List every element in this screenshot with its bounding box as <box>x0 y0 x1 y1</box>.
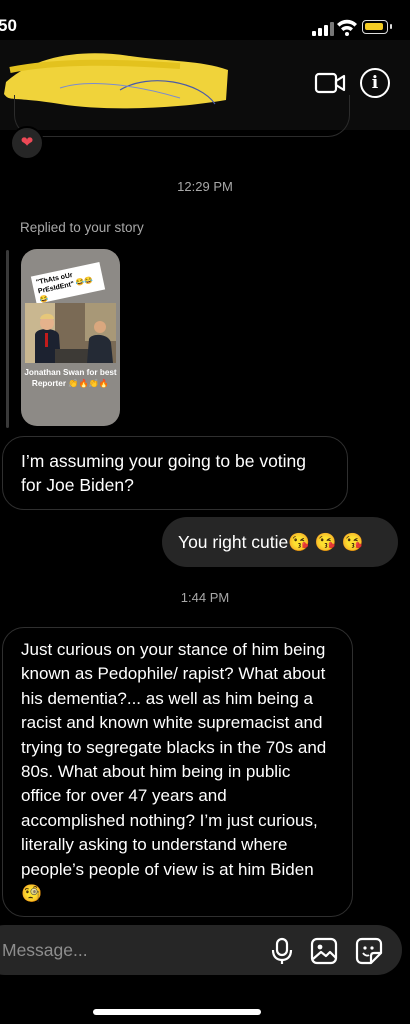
heart-reaction-icon[interactable]: ❤ <box>10 126 44 160</box>
microphone-icon[interactable] <box>268 937 296 965</box>
previous-message-bubble[interactable] <box>14 95 350 137</box>
timestamp: 12:29 PM <box>177 179 233 194</box>
story-photo <box>25 303 116 363</box>
gallery-icon[interactable] <box>310 937 338 965</box>
story-caption: Jonathan Swan for best Reporter 👏🔥👏🔥 <box>24 368 117 388</box>
message-input[interactable]: Message... <box>2 940 88 961</box>
story-sticker-text: "ThAts oUr PrEsIdEnt" 😂😂😂 <box>30 262 106 304</box>
cellular-signal-icon <box>312 22 334 36</box>
received-message-bubble[interactable]: Just curious on your stance of him being… <box>2 627 353 917</box>
wifi-icon <box>337 19 357 36</box>
home-indicator[interactable] <box>93 1009 261 1015</box>
received-message-bubble[interactable]: I’m assuming your going to be voting for… <box>2 436 348 510</box>
replied-to-story-label: Replied to your story <box>20 220 144 235</box>
info-icon[interactable]: i <box>360 68 390 98</box>
sticker-icon[interactable] <box>355 937 383 965</box>
status-time: 50 <box>0 16 17 35</box>
reply-indicator-bar <box>6 250 9 428</box>
timestamp: 1:44 PM <box>180 590 230 605</box>
story-preview[interactable]: "ThAts oUr PrEsIdEnt" 😂😂😂 Jonathan Swan … <box>21 249 120 426</box>
video-call-icon[interactable] <box>314 70 346 96</box>
sent-message-bubble[interactable]: You right cutie😘 😘 😘 <box>162 517 398 567</box>
battery-icon <box>362 20 392 34</box>
